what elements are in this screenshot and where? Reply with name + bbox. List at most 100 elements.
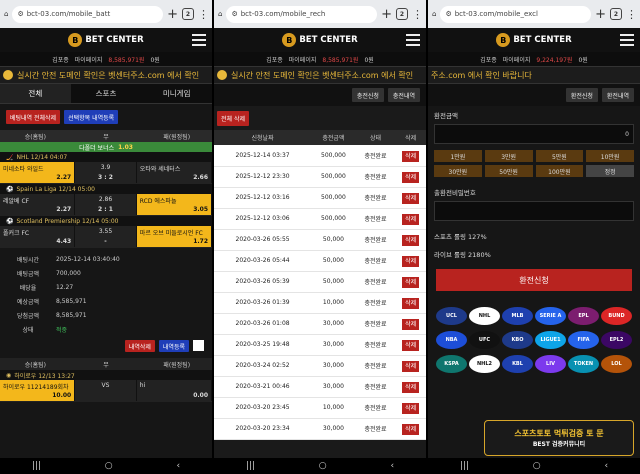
amount-300k-button[interactable]: 30만원 [434, 165, 482, 177]
tab-sports[interactable]: 스포츠 [71, 84, 142, 103]
amount-1m-button[interactable]: 100만원 [535, 165, 584, 177]
row-delete-button[interactable]: 삭제 [402, 172, 420, 183]
user-bar: 김포종 마이페이지 9,224,197원 0원 [428, 52, 640, 66]
row-delete-button[interactable]: 삭제 [402, 235, 420, 246]
amount-500k-button[interactable]: 50만원 [484, 165, 533, 177]
home-button-icon[interactable]: ○ [319, 461, 327, 471]
withdraw-submit-button[interactable]: 환전신청 [436, 269, 632, 291]
logo-icon[interactable]: B [496, 33, 511, 47]
home-pick[interactable]: 미네소타 와일드 2.27 [0, 162, 76, 183]
delete-cell: 삭제 [395, 271, 426, 293]
mypage-link[interactable]: 마이페이지 [289, 55, 317, 64]
date-cell: 2020-03-21 00:46 [214, 376, 312, 398]
row-delete-button[interactable]: 삭제 [402, 256, 420, 267]
home-pick[interactable]: 하이로우 11214189회차 10.00 [0, 380, 76, 401]
row-delete-button[interactable]: 삭제 [402, 150, 420, 162]
site-info-icon[interactable]: ⚙ [445, 10, 451, 18]
row-delete-button[interactable]: 삭제 [402, 382, 420, 393]
mypage-link[interactable]: 마이페이지 [75, 55, 103, 64]
delete-all-button[interactable]: 전체 삭제 [217, 110, 249, 126]
tab-deposit-request[interactable]: 충전신청 [351, 88, 384, 102]
reset-button[interactable]: 정정 [586, 165, 634, 177]
hamburger-icon[interactable] [192, 34, 206, 46]
row-delete-button[interactable]: 삭제 [402, 193, 420, 204]
browser-chrome: ⌂ ⚙ bct-03.com/mobile_excl + 2 ⋮ [428, 0, 640, 28]
url-bar[interactable]: ⚙ bct-03.com/mobile_excl [440, 5, 592, 23]
draw-pick[interactable]: 3.9 3 : 2 [75, 162, 137, 183]
tab-withdraw-request[interactable]: 환전신청 [565, 88, 598, 102]
home-button-icon[interactable]: ○ [105, 461, 113, 471]
mypage-link[interactable]: 마이페이지 [503, 55, 531, 64]
delete-all-button[interactable]: 베팅내역 전체삭제 [6, 110, 61, 124]
info-value: 700,000 [56, 269, 81, 277]
row-delete-button[interactable]: 삭제 [402, 361, 420, 372]
recents-icon[interactable]: ||| [246, 461, 255, 471]
tab-count-button[interactable]: 2 [610, 8, 622, 20]
hamburger-icon[interactable] [406, 34, 420, 46]
register-history-button[interactable]: 내역등록 [158, 340, 189, 352]
away-pick[interactable]: hi 0.00 [136, 380, 212, 401]
back-icon[interactable]: ‹ [390, 461, 394, 471]
row-delete-button[interactable]: 삭제 [402, 214, 420, 225]
row-delete-button[interactable]: 삭제 [402, 319, 420, 330]
row-delete-button[interactable]: 삭제 [402, 403, 420, 414]
menu-icon[interactable]: ⋮ [198, 9, 209, 20]
tab-minigame[interactable]: 미니게임 [141, 84, 212, 103]
tab-count-button[interactable]: 2 [396, 8, 408, 20]
logo[interactable]: BET CENTER [85, 35, 143, 45]
away-pick[interactable]: RCD 에스파뇰 3.05 [136, 194, 212, 215]
new-tab-icon[interactable]: + [595, 8, 606, 21]
home-icon[interactable]: ⌂ [432, 10, 436, 18]
back-icon[interactable]: ‹ [604, 461, 608, 471]
url-bar[interactable]: ⚙ bct-03.com/mobile_batt [12, 5, 164, 23]
recents-icon[interactable]: ||| [460, 461, 469, 471]
logo[interactable]: BET CENTER [299, 35, 357, 45]
home-icon[interactable]: ⌂ [218, 10, 222, 18]
amount-100k-button[interactable]: 10만원 [586, 150, 634, 162]
draw-pick[interactable]: VS [75, 380, 137, 401]
amount-50k-button[interactable]: 5만원 [535, 150, 584, 162]
home-pick[interactable]: 레알베 CF 2.27 [0, 194, 76, 215]
home-pick[interactable]: 폴커크 FC 4.43 [0, 226, 76, 247]
home-team: 폴커크 FC [3, 230, 30, 237]
tab-count-button[interactable]: 2 [182, 8, 194, 20]
new-tab-icon[interactable]: + [381, 8, 392, 21]
away-pick[interactable]: 오타와 세네터스 2.66 [136, 162, 212, 183]
url-text: bct-03.com/mobile_batt [26, 10, 111, 18]
home-button-icon[interactable]: ○ [533, 461, 541, 471]
register-selected-button[interactable]: 선택항목 내역등록 [64, 110, 119, 124]
recents-icon[interactable]: ||| [32, 461, 41, 471]
new-tab-icon[interactable]: + [167, 8, 178, 21]
site-info-icon[interactable]: ⚙ [231, 10, 237, 18]
draw-pick[interactable]: 2.86 2 : 1 [75, 194, 137, 215]
tab-all[interactable]: 전체 [0, 84, 71, 103]
draw-pick[interactable]: 3.55 - [75, 226, 137, 247]
menu-icon[interactable]: ⋮ [626, 9, 637, 20]
logo-icon[interactable]: B [68, 33, 83, 47]
url-bar[interactable]: ⚙ bct-03.com/mobile_rech [226, 5, 378, 23]
back-icon[interactable]: ‹ [176, 461, 180, 471]
row-delete-button[interactable]: 삭제 [402, 277, 420, 288]
select-checkbox[interactable] [193, 340, 204, 351]
logo-icon[interactable]: B [282, 33, 297, 47]
home-team: 미네소타 와일드 [3, 166, 44, 173]
col-home: 승(홈팀) [24, 133, 46, 141]
balance: 8,585,971원 [108, 56, 145, 64]
logo[interactable]: BET CENTER [513, 35, 571, 45]
row-delete-button[interactable]: 삭제 [402, 424, 420, 435]
away-pick[interactable]: 마르 오브 미들로시언 FC 1.72 [136, 226, 212, 247]
amount-10k-button[interactable]: 1만원 [434, 150, 482, 162]
info-row: 배팅시간 2025-12-14 03:40:40 [0, 252, 212, 266]
menu-icon[interactable]: ⋮ [412, 9, 423, 20]
hamburger-icon[interactable] [620, 34, 634, 46]
delete-history-button[interactable]: 내역삭제 [124, 340, 155, 352]
tab-withdraw-history[interactable]: 환전내역 [601, 88, 634, 102]
row-delete-button[interactable]: 삭제 [402, 340, 420, 351]
amount-input[interactable]: 0 [434, 124, 634, 144]
home-icon[interactable]: ⌂ [4, 10, 8, 18]
row-delete-button[interactable]: 삭제 [402, 298, 420, 309]
amount-30k-button[interactable]: 3만원 [484, 150, 533, 162]
site-info-icon[interactable]: ⚙ [17, 10, 23, 18]
tab-deposit-history[interactable]: 충전내역 [387, 88, 420, 102]
password-input[interactable] [434, 201, 634, 221]
